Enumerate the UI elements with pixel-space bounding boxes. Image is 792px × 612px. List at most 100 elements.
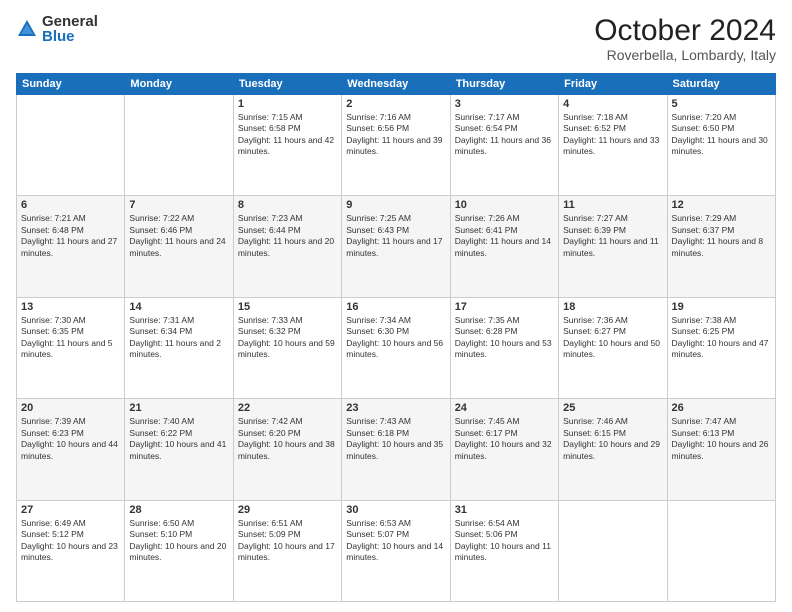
calendar-cell: 26 Sunrise: 7:47 AMSunset: 6:13 PMDayligh… bbox=[667, 399, 775, 500]
day-info: Sunrise: 7:18 AMSunset: 6:52 PMDaylight:… bbox=[563, 112, 662, 158]
day-info: Sunrise: 7:22 AMSunset: 6:46 PMDaylight:… bbox=[129, 213, 228, 259]
day-number: 21 bbox=[129, 402, 228, 414]
day-number: 14 bbox=[129, 301, 228, 313]
calendar-week-row: 27Sunrise: 6:49 AMSunset: 5:12 PMDayligh… bbox=[17, 500, 776, 601]
day-number: 20 bbox=[21, 402, 120, 414]
day-number: 23 bbox=[346, 402, 445, 414]
calendar-cell: 20 Sunrise: 7:39 AMSunset: 6:23 PMDayligh… bbox=[17, 399, 125, 500]
day-number: 8 bbox=[238, 199, 337, 211]
day-number: 7 bbox=[129, 199, 228, 211]
day-info: Sunrise: 7:27 AMSunset: 6:39 PMDaylight:… bbox=[563, 213, 662, 259]
calendar-table: SundayMondayTuesdayWednesdayThursdayFrid… bbox=[16, 73, 776, 602]
calendar-cell: 24 Sunrise: 7:45 AMSunset: 6:17 PMDayligh… bbox=[450, 399, 558, 500]
calendar-cell: 5Sunrise: 7:20 AMSunset: 6:50 PMDaylight… bbox=[667, 95, 775, 196]
day-number: 30 bbox=[346, 504, 445, 516]
day-number: 24 bbox=[455, 402, 554, 414]
title-block: October 2024 Roverbella, Lombardy, Italy bbox=[594, 14, 776, 63]
day-number: 11 bbox=[563, 199, 662, 211]
calendar-cell: 8 Sunrise: 7:23 AMSunset: 6:44 PMDaylight… bbox=[233, 196, 341, 297]
day-number: 9 bbox=[346, 199, 445, 211]
weekday-header: Tuesday bbox=[233, 74, 341, 95]
month-title: October 2024 bbox=[594, 14, 776, 47]
weekday-header: Monday bbox=[125, 74, 233, 95]
day-info: Sunrise: 7:21 AMSunset: 6:48 PMDaylight:… bbox=[21, 213, 120, 259]
day-info: Sunrise: 6:50 AMSunset: 5:10 PMDaylight:… bbox=[129, 518, 228, 564]
day-number: 2 bbox=[346, 98, 445, 110]
calendar-cell bbox=[559, 500, 667, 601]
day-number: 29 bbox=[238, 504, 337, 516]
day-info: Sunrise: 7:17 AMSunset: 6:54 PMDaylight:… bbox=[455, 112, 554, 158]
calendar-cell: 21 Sunrise: 7:40 AMSunset: 6:22 PMDayligh… bbox=[125, 399, 233, 500]
day-number: 16 bbox=[346, 301, 445, 313]
calendar-header-row: SundayMondayTuesdayWednesdayThursdayFrid… bbox=[17, 74, 776, 95]
day-number: 10 bbox=[455, 199, 554, 211]
calendar-cell: 25Sunrise: 7:46 AMSunset: 6:15 PMDayligh… bbox=[559, 399, 667, 500]
day-info: Sunrise: 7:35 AMSunset: 6:28 PMDaylight:… bbox=[455, 315, 554, 361]
day-info: Sunrise: 6:54 AMSunset: 5:06 PMDaylight:… bbox=[455, 518, 554, 564]
calendar-cell bbox=[667, 500, 775, 601]
calendar-cell: 31 Sunrise: 6:54 AMSunset: 5:06 PMDayligh… bbox=[450, 500, 558, 601]
day-info: Sunrise: 7:23 AMSunset: 6:44 PMDaylight:… bbox=[238, 213, 337, 259]
day-info: Sunrise: 7:45 AMSunset: 6:17 PMDaylight:… bbox=[455, 416, 554, 462]
day-info: Sunrise: 7:36 AMSunset: 6:27 PMDaylight:… bbox=[563, 315, 662, 361]
calendar-week-row: 1 Sunrise: 7:15 AMSunset: 6:58 PMDaylight… bbox=[17, 95, 776, 196]
day-number: 12 bbox=[672, 199, 771, 211]
day-info: Sunrise: 7:38 AMSunset: 6:25 PMDaylight:… bbox=[672, 315, 771, 361]
calendar-cell: 19 Sunrise: 7:38 AMSunset: 6:25 PMDayligh… bbox=[667, 297, 775, 398]
weekday-header: Thursday bbox=[450, 74, 558, 95]
day-number: 6 bbox=[21, 199, 120, 211]
calendar-cell: 15Sunrise: 7:33 AMSunset: 6:32 PMDayligh… bbox=[233, 297, 341, 398]
day-info: Sunrise: 7:25 AMSunset: 6:43 PMDaylight:… bbox=[346, 213, 445, 259]
day-info: Sunrise: 7:39 AMSunset: 6:23 PMDaylight:… bbox=[21, 416, 120, 462]
day-info: Sunrise: 7:31 AMSunset: 6:34 PMDaylight:… bbox=[129, 315, 228, 361]
page: General Blue October 2024 Roverbella, Lo… bbox=[0, 0, 792, 612]
weekday-header: Saturday bbox=[667, 74, 775, 95]
calendar-cell: 2 Sunrise: 7:16 AMSunset: 6:56 PMDaylight… bbox=[342, 95, 450, 196]
day-number: 27 bbox=[21, 504, 120, 516]
day-number: 31 bbox=[455, 504, 554, 516]
logo-text: General Blue bbox=[42, 14, 98, 44]
calendar-cell: 17Sunrise: 7:35 AMSunset: 6:28 PMDayligh… bbox=[450, 297, 558, 398]
calendar-cell: 28 Sunrise: 6:50 AMSunset: 5:10 PMDayligh… bbox=[125, 500, 233, 601]
day-info: Sunrise: 7:47 AMSunset: 6:13 PMDaylight:… bbox=[672, 416, 771, 462]
day-info: Sunrise: 7:20 AMSunset: 6:50 PMDaylight:… bbox=[672, 112, 771, 158]
day-number: 4 bbox=[563, 98, 662, 110]
calendar-cell: 4 Sunrise: 7:18 AMSunset: 6:52 PMDaylight… bbox=[559, 95, 667, 196]
day-info: Sunrise: 7:30 AMSunset: 6:35 PMDaylight:… bbox=[21, 315, 120, 361]
weekday-header: Sunday bbox=[17, 74, 125, 95]
day-number: 13 bbox=[21, 301, 120, 313]
logo-blue: Blue bbox=[42, 29, 98, 44]
calendar-cell: 14 Sunrise: 7:31 AMSunset: 6:34 PMDayligh… bbox=[125, 297, 233, 398]
calendar-week-row: 20 Sunrise: 7:39 AMSunset: 6:23 PMDayligh… bbox=[17, 399, 776, 500]
calendar-cell: 6 Sunrise: 7:21 AMSunset: 6:48 PMDaylight… bbox=[17, 196, 125, 297]
day-info: Sunrise: 7:43 AMSunset: 6:18 PMDaylight:… bbox=[346, 416, 445, 462]
day-info: Sunrise: 7:15 AMSunset: 6:58 PMDaylight:… bbox=[238, 112, 337, 158]
day-number: 1 bbox=[238, 98, 337, 110]
calendar-cell: 18Sunrise: 7:36 AMSunset: 6:27 PMDayligh… bbox=[559, 297, 667, 398]
calendar-cell: 23 Sunrise: 7:43 AMSunset: 6:18 PMDayligh… bbox=[342, 399, 450, 500]
day-info: Sunrise: 7:34 AMSunset: 6:30 PMDaylight:… bbox=[346, 315, 445, 361]
logo-general: General bbox=[42, 14, 98, 29]
logo-icon bbox=[16, 18, 38, 40]
calendar-cell: 3Sunrise: 7:17 AMSunset: 6:54 PMDaylight… bbox=[450, 95, 558, 196]
calendar-cell: 30 Sunrise: 6:53 AMSunset: 5:07 PMDayligh… bbox=[342, 500, 450, 601]
calendar-cell: 11 Sunrise: 7:27 AMSunset: 6:39 PMDayligh… bbox=[559, 196, 667, 297]
weekday-header: Wednesday bbox=[342, 74, 450, 95]
day-info: Sunrise: 7:33 AMSunset: 6:32 PMDaylight:… bbox=[238, 315, 337, 361]
day-info: Sunrise: 7:16 AMSunset: 6:56 PMDaylight:… bbox=[346, 112, 445, 158]
day-number: 26 bbox=[672, 402, 771, 414]
calendar-cell: 9 Sunrise: 7:25 AMSunset: 6:43 PMDaylight… bbox=[342, 196, 450, 297]
day-info: Sunrise: 7:40 AMSunset: 6:22 PMDaylight:… bbox=[129, 416, 228, 462]
calendar-cell: 16 Sunrise: 7:34 AMSunset: 6:30 PMDayligh… bbox=[342, 297, 450, 398]
day-info: Sunrise: 6:53 AMSunset: 5:07 PMDaylight:… bbox=[346, 518, 445, 564]
weekday-header: Friday bbox=[559, 74, 667, 95]
calendar-week-row: 6 Sunrise: 7:21 AMSunset: 6:48 PMDaylight… bbox=[17, 196, 776, 297]
day-number: 28 bbox=[129, 504, 228, 516]
day-number: 22 bbox=[238, 402, 337, 414]
day-number: 19 bbox=[672, 301, 771, 313]
calendar-cell bbox=[125, 95, 233, 196]
day-info: Sunrise: 7:29 AMSunset: 6:37 PMDaylight:… bbox=[672, 213, 771, 259]
day-info: Sunrise: 6:51 AMSunset: 5:09 PMDaylight:… bbox=[238, 518, 337, 564]
calendar-cell bbox=[17, 95, 125, 196]
calendar-week-row: 13 Sunrise: 7:30 AMSunset: 6:35 PMDayligh… bbox=[17, 297, 776, 398]
